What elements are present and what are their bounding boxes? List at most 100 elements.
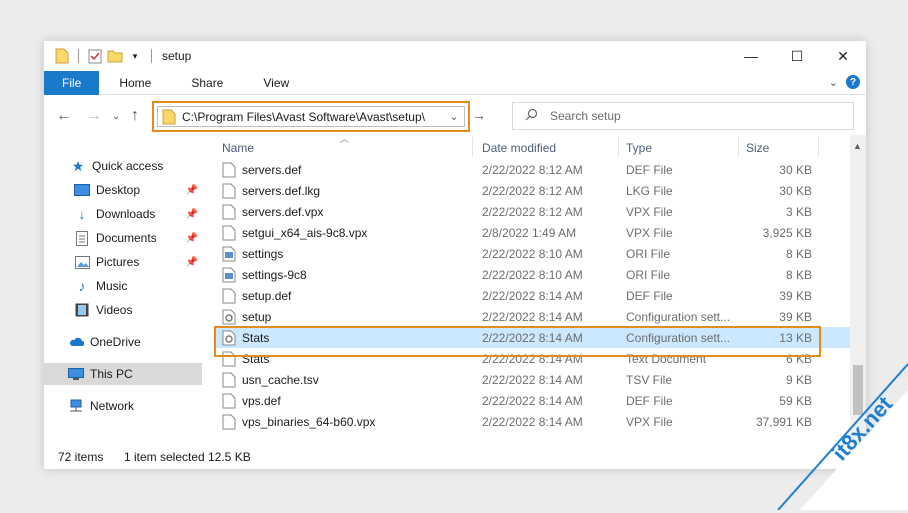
title-bar: ▾ setup — ☐ ✕ — [44, 41, 866, 71]
sidebar-item-this-pc[interactable]: This PC — [44, 363, 202, 385]
blank-file-icon — [222, 225, 236, 241]
selection-size: 12.5 KB — [208, 450, 251, 464]
file-name: setgui_x64_ais-9c8.vpx — [242, 226, 368, 240]
blank-file-icon — [222, 183, 236, 199]
file-type: ORI File — [626, 247, 671, 261]
documents-icon — [74, 230, 90, 246]
sidebar-item-label: OneDrive — [90, 335, 141, 349]
file-row[interactable]: usn_cache.tsv 2/22/2022 8:14 AM TSV File 9 … — [214, 369, 850, 390]
maximize-button[interactable]: ☐ — [774, 41, 820, 71]
file-size: 39 KB — [779, 289, 812, 303]
expand-ribbon-icon[interactable]: ⌄ — [829, 76, 838, 89]
tab-view[interactable]: View — [243, 71, 309, 95]
file-type: DEF File — [626, 289, 673, 303]
column-name[interactable]: Name — [222, 141, 254, 155]
file-date: 2/22/2022 8:12 AM — [482, 163, 583, 177]
tab-file[interactable]: File — [44, 70, 100, 95]
file-size: 30 KB — [779, 184, 812, 198]
search-box[interactable]: Search setup — [512, 102, 854, 130]
computer-icon — [68, 366, 84, 382]
sidebar-item-label: Pictures — [96, 255, 140, 269]
column-divider[interactable] — [818, 137, 819, 157]
file-name: vps.def — [242, 394, 281, 408]
file-type: LKG File — [626, 184, 673, 198]
pin-icon[interactable]: 📌 — [186, 209, 198, 220]
file-row[interactable]: setup 2/22/2022 8:14 AM Configuration sett… — [214, 306, 850, 327]
file-type: ORI File — [626, 268, 671, 282]
column-divider[interactable] — [472, 137, 473, 157]
sort-ascending-icon: ︿ — [340, 135, 350, 144]
file-row[interactable]: servers.def 2/22/2022 8:12 AM DEF File 30 K… — [214, 159, 850, 180]
sidebar-item-network[interactable]: Network — [44, 395, 202, 417]
forward-arrow-icon[interactable]: → — [86, 107, 102, 125]
sidebar-item-pictures[interactable]: Pictures 📌 — [44, 251, 202, 273]
file-row[interactable]: servers.def.vpx 2/22/2022 8:12 AM VPX File… — [214, 201, 850, 222]
blank-file-icon — [222, 162, 236, 178]
download-arrow-icon: ↓ — [78, 206, 86, 222]
status-bar: 72 items 1 item selected 12.5 KB — [44, 445, 866, 469]
file-type: VPX File — [626, 415, 673, 429]
file-type: TSV File — [626, 373, 673, 387]
file-row[interactable]: vps_binaries_64-b60.vpx 2/22/2022 8:14 AM… — [214, 411, 850, 432]
address-history-icon[interactable]: ⌄ — [444, 110, 464, 123]
column-size[interactable]: Size — [746, 141, 769, 155]
file-row[interactable]: settings-9c8 2/22/2022 8:10 AM ORI File 8 K… — [214, 264, 850, 285]
column-type[interactable]: Type — [626, 141, 652, 155]
sidebar-item-documents[interactable]: Documents 📌 — [44, 227, 202, 249]
pictures-icon — [74, 254, 90, 270]
sidebar-item-onedrive[interactable]: OneDrive — [44, 331, 202, 353]
tab-home[interactable]: Home — [99, 71, 171, 95]
blank-file-icon — [222, 393, 236, 409]
file-size: 3 KB — [785, 205, 812, 219]
file-date: 2/22/2022 8:14 AM — [482, 310, 583, 324]
settings-file-icon — [222, 246, 236, 262]
pin-icon[interactable]: 📌 — [186, 257, 198, 268]
file-row[interactable]: setgui_x64_ais-9c8.vpx 2/8/2022 1:49 AM VP… — [214, 222, 850, 243]
file-name: setup.def — [242, 289, 292, 303]
sidebar-item-music[interactable]: ♪ Music — [44, 275, 202, 297]
minimize-button[interactable]: — — [728, 41, 774, 71]
file-row[interactable]: setup.def 2/22/2022 8:14 AM DEF File 39 KB — [214, 285, 850, 306]
sidebar-item-quick-access[interactable]: ★ Quick access — [44, 155, 202, 177]
column-divider[interactable] — [618, 137, 619, 157]
pin-icon[interactable]: 📌 — [186, 233, 198, 244]
address-path[interactable]: C:\Program Files\Avast Software\Avast\se… — [182, 110, 444, 124]
new-folder-icon[interactable] — [107, 48, 123, 64]
file-date: 2/22/2022 8:10 AM — [482, 247, 583, 261]
star-icon: ★ — [71, 157, 85, 174]
customize-dropdown-icon[interactable]: ▾ — [127, 48, 143, 64]
sidebar-item-videos[interactable]: Videos — [44, 299, 202, 321]
recent-locations-icon[interactable]: ⌄ — [112, 111, 120, 122]
file-row[interactable]: servers.def.lkg 2/22/2022 8:12 AM LKG File… — [214, 180, 850, 201]
window-title: setup — [162, 49, 192, 63]
address-bar[interactable]: C:\Program Files\Avast Software\Avast\se… — [152, 101, 470, 132]
up-arrow-icon[interactable]: ↑ — [131, 107, 139, 125]
properties-icon[interactable] — [87, 48, 103, 64]
file-type: VPX File — [626, 205, 673, 219]
file-date: 2/22/2022 8:10 AM — [482, 268, 583, 282]
item-count: 72 items — [58, 450, 104, 464]
file-date: 2/22/2022 8:14 AM — [482, 289, 583, 303]
file-row[interactable]: vps_binaries.def2/22/2022 8:14 AMDEF Fil… — [214, 432, 850, 435]
file-date: 2/22/2022 8:14 AM — [482, 373, 583, 387]
address-field[interactable]: C:\Program Files\Avast Software\Avast\se… — [157, 106, 465, 127]
file-row[interactable]: settings 2/22/2022 8:10 AM ORI File 8 KB — [214, 243, 850, 264]
window-controls: — ☐ ✕ — [728, 41, 866, 71]
pin-icon[interactable]: 📌 — [186, 185, 198, 196]
sidebar-item-downloads[interactable]: ↓ Downloads 📌 — [44, 203, 202, 225]
file-name: servers.def.vpx — [242, 205, 324, 219]
sidebar-item-desktop[interactable]: Desktop 📌 — [44, 179, 202, 201]
column-divider[interactable] — [738, 137, 739, 157]
file-row[interactable]: vps.def 2/22/2022 8:14 AM DEF File 59 KB — [214, 390, 850, 411]
back-arrow-icon[interactable]: ← — [56, 107, 72, 125]
scroll-up-icon[interactable]: ▲ — [853, 141, 862, 151]
file-size: 8 KB — [785, 268, 812, 282]
help-icon[interactable]: ? — [846, 75, 860, 89]
tab-share[interactable]: Share — [171, 71, 243, 95]
file-size: 3,925 KB — [762, 226, 812, 240]
go-arrow-icon[interactable]: → — [472, 107, 486, 123]
column-date-modified[interactable]: Date modified — [482, 141, 556, 155]
close-button[interactable]: ✕ — [820, 41, 866, 71]
quick-access-toolbar: ▾ — [44, 48, 156, 64]
gear-file-icon — [222, 309, 236, 325]
